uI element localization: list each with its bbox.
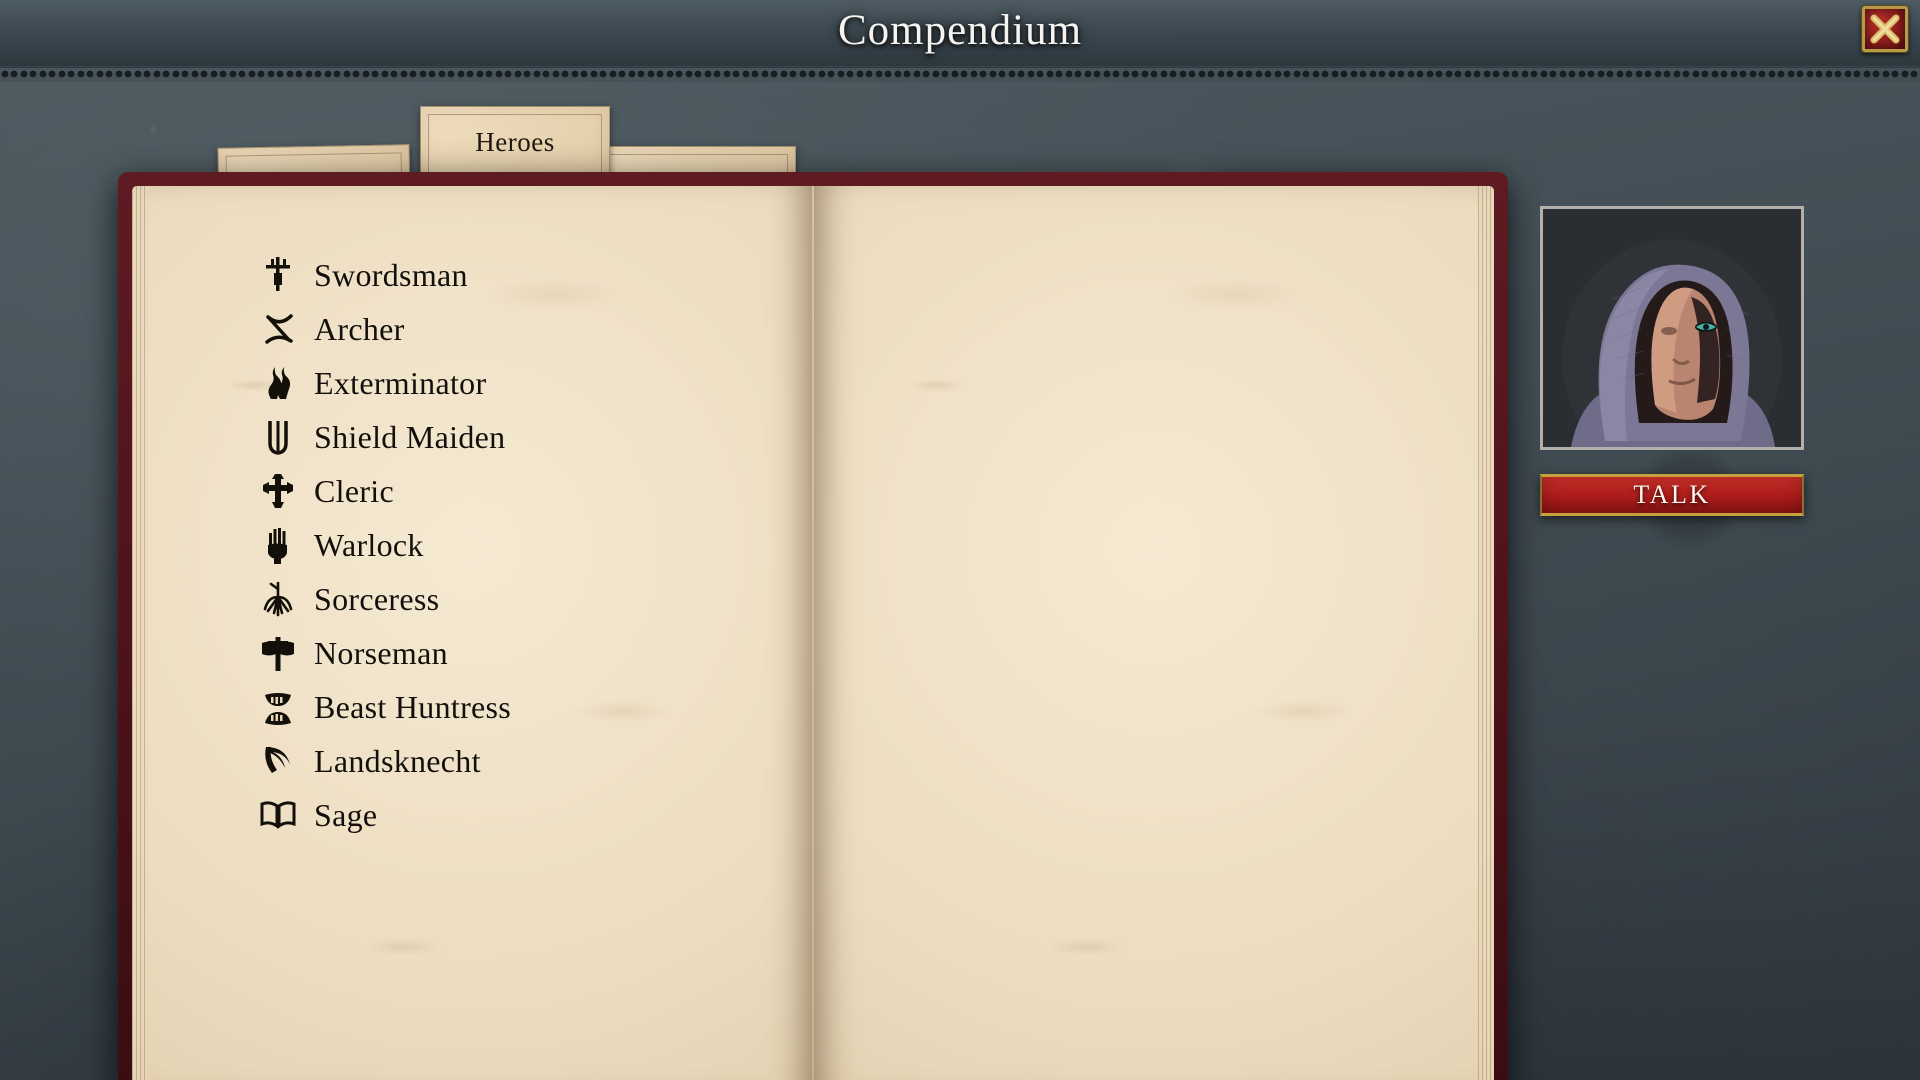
hero-list-item-label: Cleric	[314, 472, 394, 509]
hero-list: Swordsman Archer Exterminator Shield Maiden…	[132, 248, 812, 842]
hero-list-item-swordsman[interactable]: Swordsman	[132, 248, 812, 302]
page-title: Compendium	[837, 7, 1083, 54]
shield-icon	[254, 415, 302, 459]
sword-hilt-icon	[254, 253, 302, 297]
tab-heroes-label: Heroes	[475, 127, 555, 157]
hero-list-item-norseman[interactable]: Norseman	[132, 626, 812, 680]
hero-list-item-sage[interactable]: Sage	[132, 788, 812, 842]
left-page: Swordsman Archer Exterminator Shield Maiden…	[132, 186, 812, 1080]
title-bar-ornament	[0, 66, 1920, 82]
right-page: 1 Multistrike +0%	[814, 186, 1494, 1080]
hero-list-item-label: Sage	[314, 796, 378, 833]
close-button[interactable]	[1862, 6, 1908, 52]
compendium-book: Swordsman Archer Exterminator Shield Maiden…	[118, 172, 1508, 1080]
sickle-icon	[254, 739, 302, 783]
talk-button[interactable]: TALK	[1540, 474, 1804, 516]
book-icon	[254, 793, 302, 837]
hero-list-item-label: Exterminator	[314, 364, 487, 401]
hero-list-item-label: Warlock	[314, 526, 424, 563]
hooded-figure-portrait	[1543, 209, 1801, 447]
bow-arrow-icon	[254, 307, 302, 351]
hero-list-item-warlock[interactable]: Warlock	[132, 518, 812, 572]
hero-list-item-label: Norseman	[314, 634, 448, 671]
hero-list-item-cleric[interactable]: Cleric	[132, 464, 812, 518]
hero-list-item-exterminator[interactable]: Exterminator	[132, 356, 812, 410]
close-x-icon	[1870, 14, 1900, 44]
fangs-icon	[254, 685, 302, 729]
hero-list-item-label: Shield Maiden	[314, 418, 506, 455]
flame-icon	[254, 361, 302, 405]
npc-panel: TALK	[1540, 206, 1810, 516]
hero-list-item-beast-huntress[interactable]: Beast Huntress	[132, 680, 812, 734]
hero-list-item-label: Sorceress	[314, 580, 440, 617]
hero-list-item-label: Archer	[314, 310, 405, 347]
hand-icon	[254, 523, 302, 567]
cross-icon	[254, 469, 302, 513]
hero-list-item-label: Landsknecht	[314, 742, 481, 779]
book-pages: Swordsman Archer Exterminator Shield Maiden…	[132, 186, 1494, 1080]
title-bar: Compendium	[0, 0, 1920, 68]
hero-list-item-archer[interactable]: Archer	[132, 302, 812, 356]
page-edge-right	[1478, 186, 1494, 1080]
hero-list-item-label: Beast Huntress	[314, 688, 512, 725]
hero-list-item-label: Swordsman	[314, 256, 468, 293]
hero-list-item-shield-maiden[interactable]: Shield Maiden	[132, 410, 812, 464]
npc-portrait[interactable]	[1540, 206, 1804, 450]
game-screen: Compendium Items Heroes SwordsmanArcherE…	[0, 0, 1920, 1080]
hero-list-item-sorceress[interactable]: Sorceress	[132, 572, 812, 626]
talk-button-label: TALK	[1633, 480, 1711, 509]
roots-icon	[254, 577, 302, 621]
hero-list-item-landsknecht[interactable]: Landsknecht	[132, 734, 812, 788]
axe-icon	[254, 631, 302, 675]
